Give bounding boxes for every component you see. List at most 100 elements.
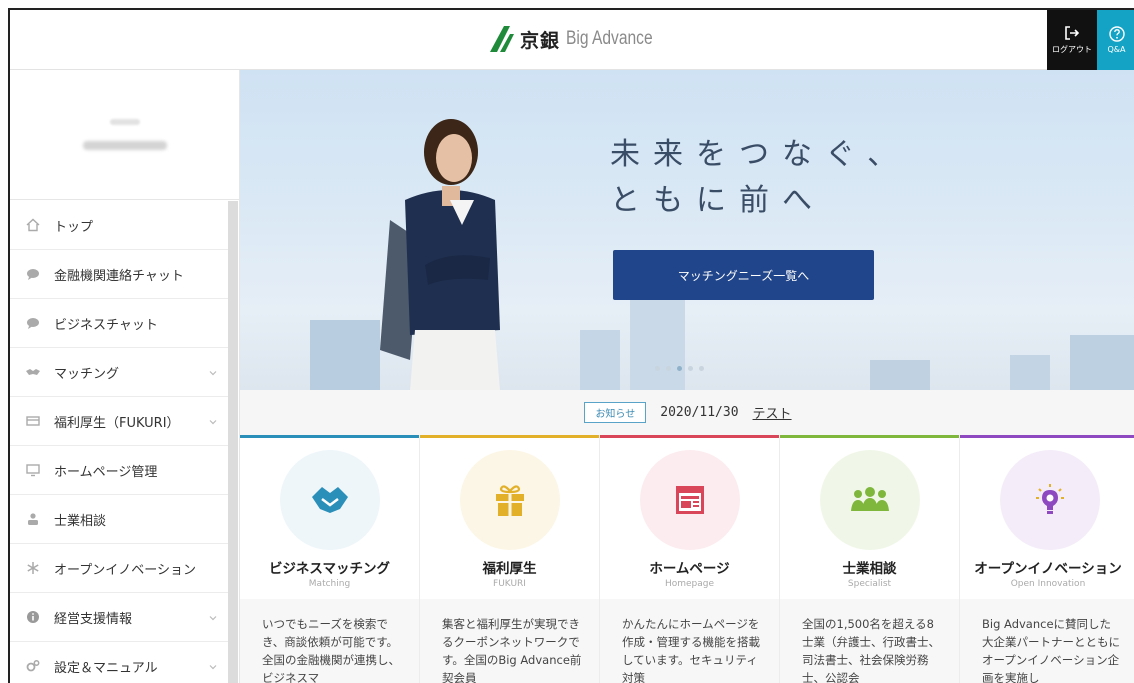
card-accent-bar xyxy=(780,435,959,438)
gears-icon xyxy=(26,659,40,673)
background-building xyxy=(870,360,930,390)
sidebar-item-management-info[interactable]: 経営支援情報 xyxy=(10,593,228,642)
card-icon-circle xyxy=(280,450,380,550)
card-icon-circle xyxy=(640,450,740,550)
chevron-down-icon xyxy=(209,371,217,376)
sidebar-item-bank-chat[interactable]: 金融機関連絡チャット xyxy=(10,250,228,299)
sidebar-item-label: 士業相談 xyxy=(54,513,107,529)
top-header: 京銀 Big Advance ログアウト Q&A xyxy=(10,10,1134,70)
qa-button[interactable]: Q&A xyxy=(1097,10,1134,70)
question-circle-icon xyxy=(1108,26,1125,42)
carousel-dot-active[interactable] xyxy=(677,366,682,371)
background-building xyxy=(1070,335,1134,390)
card-description-area: 全国の1,500名を超える8士業（弁護士、行政書士、司法書士、社会保険労務士、公… xyxy=(780,599,959,683)
sidebar-item-homepage[interactable]: ホームページ管理 xyxy=(10,446,228,495)
background-building xyxy=(1010,355,1050,390)
background-building xyxy=(580,330,620,390)
bank-logo-mark-icon xyxy=(490,26,514,52)
card-icon-circle xyxy=(460,450,560,550)
handshake-icon xyxy=(312,487,348,513)
card-title: オープンイノベーション xyxy=(974,561,1122,577)
asterisk-icon xyxy=(26,561,40,575)
sidebar-item-specialist[interactable]: 士業相談 xyxy=(10,495,228,544)
sidebar-item-settings[interactable]: 設定＆マニュアル xyxy=(10,642,228,683)
service-cards: ビジネスマッチング Matching いつでもニーズを検索でき、商談依頼が可能で… xyxy=(240,435,1134,683)
sidebar-item-label: 福利厚生（FUKURI） xyxy=(54,415,180,431)
sidebar: トップ 金融機関連絡チャット ビジネスチャット マッチング 福利厚生（FUKUR… xyxy=(10,70,240,683)
matching-needs-button[interactable]: マッチングニーズ一覧へ xyxy=(613,250,874,300)
card-title: 士業相談 xyxy=(842,561,897,577)
carousel-dot[interactable] xyxy=(699,366,704,371)
card-description: かんたんにホームページを作成・管理する機能を搭載しています。セキュリティ対策 xyxy=(622,617,760,683)
sidebar-item-top[interactable]: トップ xyxy=(10,201,228,250)
card-description-area: 集客と福利厚生が実現できるクーポンネットワークです。全国のBig Advance… xyxy=(420,599,599,683)
carousel-dot[interactable] xyxy=(666,366,671,371)
carousel-dot[interactable] xyxy=(688,366,693,371)
news-bar: お知らせ 2020/11/30 テスト xyxy=(240,390,1134,435)
card-icon-circle xyxy=(820,450,920,550)
card-accent-bar xyxy=(960,435,1134,438)
main-content: 未来をつなぐ、 ともに前へ マッチングニーズ一覧へ お知らせ 2020/11/3… xyxy=(240,70,1134,683)
sidebar-item-label: オープンイノベーション xyxy=(54,562,196,578)
chevron-down-icon xyxy=(209,616,217,621)
logo-bank-name: 京銀 xyxy=(520,29,561,52)
card-subtitle: FUKURI xyxy=(493,579,526,589)
sidebar-item-label: 設定＆マニュアル xyxy=(54,660,158,676)
chevron-down-icon xyxy=(209,420,217,425)
sidebar-item-business-chat[interactable]: ビジネスチャット xyxy=(10,299,228,348)
carousel-dot[interactable] xyxy=(655,366,660,371)
sidebar-item-label: マッチング xyxy=(54,366,120,382)
card-description-area: いつでもニーズを検索でき、商談依頼が可能です。全国の金融機関が連携し、ビジネスマ xyxy=(240,599,419,683)
hero-slogan-line2: ともに前へ xyxy=(610,183,825,218)
card-icon-circle xyxy=(1000,450,1100,550)
sidebar-item-label: ホームページ管理 xyxy=(54,464,158,480)
sidebar-item-fukuri[interactable]: 福利厚生（FUKURI） xyxy=(10,397,228,446)
news-date: 2020/11/30 xyxy=(660,405,739,420)
sidebar-item-open-innovation[interactable]: オープンイノベーション xyxy=(10,544,228,593)
hero-slogan: 未来をつなぐ、 ともに前へ xyxy=(610,132,910,224)
card-accent-bar xyxy=(600,435,779,438)
carousel-indicators xyxy=(655,366,704,371)
people-group-icon xyxy=(851,487,889,511)
home-icon xyxy=(26,218,40,232)
lightbulb-icon xyxy=(1036,484,1064,514)
businesswoman-image xyxy=(380,119,500,390)
sidebar-item-label: トップ xyxy=(54,219,94,235)
card-title: ホームページ xyxy=(649,561,730,577)
sidebar-scrollbar[interactable] xyxy=(228,201,238,683)
qa-label: Q&A xyxy=(1107,45,1126,54)
chat-bubble-icon xyxy=(26,316,40,330)
news-badge: お知らせ xyxy=(584,402,647,423)
sidebar-item-label: 経営支援情報 xyxy=(54,611,133,627)
card-description: 全国の1,500名を超える8士業（弁護士、行政書士、司法書士、社会保険労務士、公… xyxy=(802,617,940,683)
card-description: Big Advanceに賛同した大企業パートナーとともにオープンイノベーション企… xyxy=(982,617,1120,683)
logout-label: ログアウト xyxy=(1052,45,1092,54)
background-building xyxy=(630,300,685,390)
logout-button[interactable]: ログアウト xyxy=(1047,10,1097,70)
card-subtitle: Specialist xyxy=(847,579,892,589)
service-card-homepage[interactable]: ホームページ Homepage かんたんにホームページを作成・管理する機能を搭載… xyxy=(600,435,780,683)
service-card-fukuri[interactable]: 福利厚生 FUKURI 集客と福利厚生が実現できるクーポンネットワークです。全国… xyxy=(420,435,600,683)
webpage-icon xyxy=(676,486,704,514)
card-description: 集客と福利厚生が実現できるクーポンネットワークです。全国のBig Advance… xyxy=(442,617,582,683)
card-description-area: Big Advanceに賛同した大企業パートナーとともにオープンイノベーション企… xyxy=(960,599,1134,683)
card-title: 福利厚生 xyxy=(482,561,537,577)
service-card-matching[interactable]: ビジネスマッチング Matching いつでもニーズを検索でき、商談依頼が可能で… xyxy=(240,435,420,683)
hero-banner: 未来をつなぐ、 ともに前へ マッチングニーズ一覧へ xyxy=(240,70,1134,390)
card-description-area: かんたんにホームページを作成・管理する機能を搭載しています。セキュリティ対策 xyxy=(600,599,779,683)
sidebar-item-matching[interactable]: マッチング xyxy=(10,348,228,397)
sidebar-item-label: ビジネスチャット xyxy=(54,317,158,333)
service-card-specialist[interactable]: 士業相談 Specialist 全国の1,500名を超える8士業（弁護士、行政書… xyxy=(780,435,960,683)
service-card-open-innovation[interactable]: オープンイノベーション Open Innovation Big Advanceに… xyxy=(960,435,1134,683)
user-name-blurred xyxy=(82,141,167,150)
brand-logo[interactable]: 京銀 Big Advance xyxy=(488,24,672,54)
monitor-icon xyxy=(26,463,40,477)
person-icon xyxy=(26,512,40,526)
info-icon xyxy=(26,610,40,624)
logout-icon xyxy=(1065,26,1080,40)
card-accent-bar xyxy=(420,435,599,438)
chevron-down-icon xyxy=(209,665,217,670)
app-frame: 京銀 Big Advance ログアウト Q&A トップ 金融機関連絡チャット … xyxy=(8,8,1134,683)
news-link[interactable]: テスト xyxy=(753,403,792,422)
card-icon xyxy=(26,414,40,428)
